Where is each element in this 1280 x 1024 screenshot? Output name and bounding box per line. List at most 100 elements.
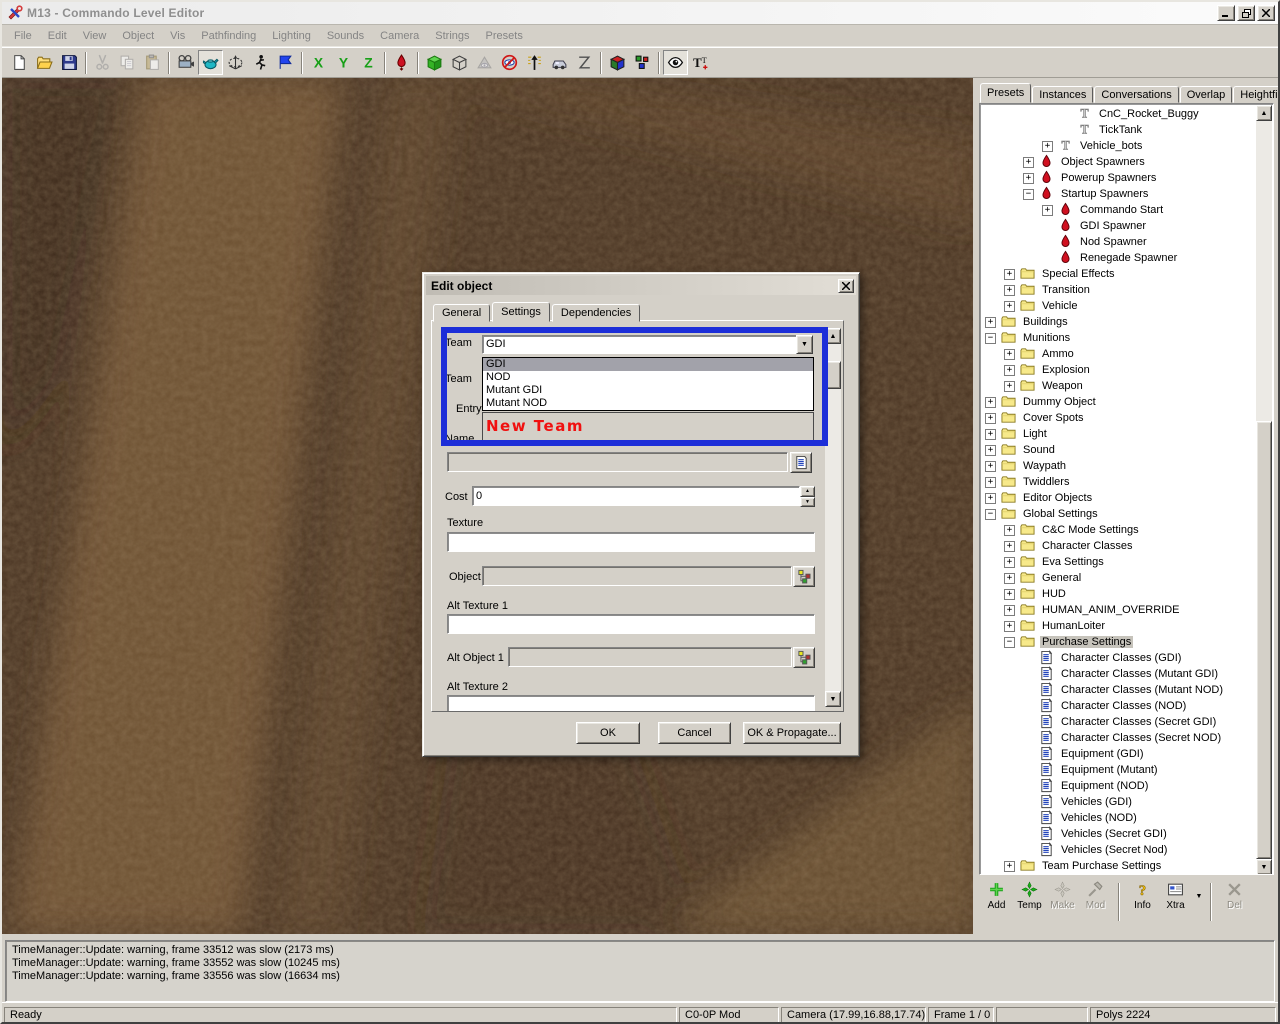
team-option-mutant-nod[interactable]: Mutant NOD	[483, 397, 813, 410]
mod-button[interactable]: Mod	[1080, 881, 1111, 911]
tree-item-light[interactable]: +Light	[981, 426, 1256, 442]
tree-item-humanloiter[interactable]: +HumanLoiter	[981, 618, 1256, 634]
toolbar-eye-triangle-button[interactable]	[472, 50, 497, 75]
tree-item-ammo[interactable]: +Ammo	[981, 346, 1256, 362]
menu-presets[interactable]: Presets	[478, 27, 531, 45]
menu-lighting[interactable]: Lighting	[264, 27, 319, 45]
tree-item-equipment-nod[interactable]: Equipment (NOD)	[981, 778, 1256, 794]
xtra-button[interactable]: Xtra	[1160, 881, 1191, 911]
tree-item-general[interactable]: +General	[981, 570, 1256, 586]
tree-item-character-classes-nod[interactable]: Character Classes (NOD)	[981, 698, 1256, 714]
dialog-scroll-down-button[interactable]: ▼	[825, 691, 841, 707]
tree-item-purchase-settings[interactable]: −Purchase Settings	[981, 634, 1256, 650]
tree-item-explosion[interactable]: +Explosion	[981, 362, 1256, 378]
expand-icon[interactable]: +	[1004, 557, 1015, 568]
tree-item-dummy-object[interactable]: +Dummy Object	[981, 394, 1256, 410]
menu-view[interactable]: View	[75, 27, 115, 45]
expand-icon[interactable]: +	[1004, 285, 1015, 296]
tree-item-equipment-gdi[interactable]: Equipment (GDI)	[981, 746, 1256, 762]
tree-item-cover-spots[interactable]: +Cover Spots	[981, 410, 1256, 426]
collapse-icon[interactable]: −	[1023, 189, 1034, 200]
tree-item-c-c-mode-settings[interactable]: +C&C Mode Settings	[981, 522, 1256, 538]
toolbar-copy-button[interactable]	[115, 50, 140, 75]
expand-icon[interactable]: +	[985, 429, 996, 440]
tree-item-equipment-mutant[interactable]: Equipment (Mutant)	[981, 762, 1256, 778]
xtra-dropdown-icon[interactable]: ▼	[1193, 887, 1205, 905]
toolbar-drop-ground-button[interactable]	[389, 50, 414, 75]
tree-item-character-classes-gdi[interactable]: Character Classes (GDI)	[981, 650, 1256, 666]
ok-button[interactable]: OK	[576, 722, 640, 744]
tree-item-character-classes-mutant-gdi[interactable]: Character Classes (Mutant GDI)	[981, 666, 1256, 682]
menu-camera[interactable]: Camera	[372, 27, 427, 45]
tree-item-weapon[interactable]: +Weapon	[981, 378, 1256, 394]
scroll-down-button[interactable]: ▼	[1256, 859, 1272, 875]
toolbar-orbit-gizmo-button[interactable]	[223, 50, 248, 75]
menu-file[interactable]: File	[6, 27, 40, 45]
tab-overlap[interactable]: Overlap	[1180, 86, 1233, 103]
alt-object1-tree-button[interactable]	[793, 647, 815, 668]
alt-texture2-input[interactable]	[447, 695, 815, 712]
dialog-tab-dependencies[interactable]: Dependencies	[552, 304, 640, 322]
expand-icon[interactable]: +	[1023, 157, 1034, 168]
expand-icon[interactable]: +	[985, 477, 996, 488]
tree-item-waypath[interactable]: +Waypath	[981, 458, 1256, 474]
tree-item-special-effects[interactable]: +Special Effects	[981, 266, 1256, 282]
collapse-icon[interactable]: −	[985, 509, 996, 520]
tree-item-human-anim-override[interactable]: +HUMAN_ANIM_OVERRIDE	[981, 602, 1256, 618]
tree-item-twiddlers[interactable]: +Twiddlers	[981, 474, 1256, 490]
dialog-tab-settings[interactable]: Settings	[492, 302, 550, 322]
tree-item-renegade-spawner[interactable]: Renegade Spawner	[981, 250, 1256, 266]
tree-item-editor-objects[interactable]: +Editor Objects	[981, 490, 1256, 506]
expand-icon[interactable]: +	[1004, 589, 1015, 600]
temp-button[interactable]: Temp	[1014, 881, 1045, 911]
toolbar-vehicle-car-button[interactable]	[547, 50, 572, 75]
tree-item-vehicle[interactable]: +Vehicle	[981, 298, 1256, 314]
toolbar-save-file-button[interactable]	[57, 50, 82, 75]
tree-item-munitions[interactable]: −Munitions	[981, 330, 1256, 346]
dialog-scroll-thumb[interactable]	[825, 361, 841, 389]
tree-item-buildings[interactable]: +Buildings	[981, 314, 1256, 330]
toolbar-movie-camera-button[interactable]	[173, 50, 198, 75]
name-field[interactable]	[447, 452, 788, 472]
tree-item-startup-spawners[interactable]: −Startup Spawners	[981, 186, 1256, 202]
toolbar-text-plus-button[interactable]: TT	[688, 50, 713, 75]
alt-object1-field[interactable]	[508, 647, 792, 667]
toolbar-angle-tool-button[interactable]	[572, 50, 597, 75]
expand-icon[interactable]: +	[1004, 269, 1015, 280]
tree-item-vehicles-secret-gdi[interactable]: Vehicles (Secret GDI)	[981, 826, 1256, 842]
dialog-tab-general[interactable]: General	[433, 304, 490, 322]
tree-scrollbar[interactable]: ▲ ▼	[1256, 105, 1272, 873]
toolbar-axis-y-button[interactable]: Y	[331, 50, 356, 75]
expand-icon[interactable]: +	[1004, 605, 1015, 616]
dialog-close-icon[interactable]	[838, 279, 854, 293]
restore-button[interactable]	[1237, 5, 1255, 21]
info-button[interactable]: ?Info	[1127, 881, 1158, 911]
team-combobox[interactable]: GDI ▼	[482, 335, 813, 354]
collapse-icon[interactable]: −	[985, 333, 996, 344]
dialog-scrollbar[interactable]: ▲ ▼	[825, 328, 841, 707]
object-tree-button[interactable]	[793, 566, 815, 587]
expand-icon[interactable]: +	[1004, 621, 1015, 632]
tree-item-sound[interactable]: +Sound	[981, 442, 1256, 458]
tree-item-team-purchase-settings[interactable]: +Team Purchase Settings	[981, 858, 1256, 873]
toolbar-eye-vis-button[interactable]	[663, 50, 688, 75]
expand-icon[interactable]: +	[1004, 381, 1015, 392]
team-option-gdi[interactable]: GDI	[483, 358, 813, 371]
expand-icon[interactable]: +	[985, 413, 996, 424]
tab-instances[interactable]: Instances	[1032, 86, 1093, 103]
expand-icon[interactable]: +	[1004, 861, 1015, 872]
toolbar-cube-wire-button[interactable]	[447, 50, 472, 75]
tree-item-vehicles-nod[interactable]: Vehicles (NOD)	[981, 810, 1256, 826]
expand-icon[interactable]: +	[985, 397, 996, 408]
tab-presets[interactable]: Presets	[980, 83, 1031, 103]
toolbar-new-file-button[interactable]	[7, 50, 32, 75]
menu-sounds[interactable]: Sounds	[319, 27, 372, 45]
texture-input[interactable]	[447, 532, 815, 552]
tree-item-object-spawners[interactable]: +Object Spawners	[981, 154, 1256, 170]
tree-item-eva-settings[interactable]: +Eva Settings	[981, 554, 1256, 570]
add-button[interactable]: Add	[981, 881, 1012, 911]
expand-icon[interactable]: +	[1004, 301, 1015, 312]
tree-item-ticktank[interactable]: TTickTank	[981, 122, 1256, 138]
toolbar-walk-man-button[interactable]	[248, 50, 273, 75]
tree-item-character-classes[interactable]: +Character Classes	[981, 538, 1256, 554]
